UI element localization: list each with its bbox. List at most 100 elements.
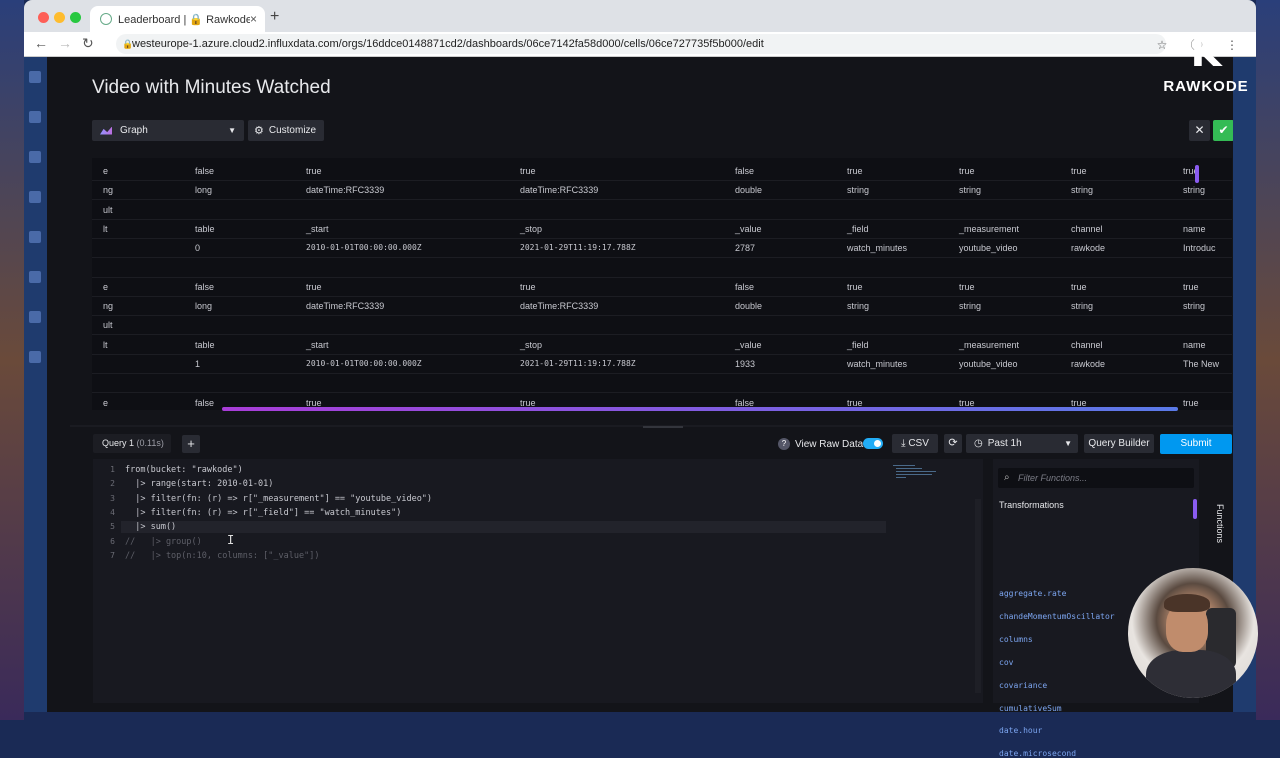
customize-button[interactable]: ⚙ Customize [248,120,324,141]
transformations-heading: Transformations [999,500,1064,510]
browser-tab-bar: Leaderboard | 🔒 Rawkode Te × + [24,0,1256,32]
table-cell: double [735,301,763,312]
view-type-dropdown[interactable]: Graph ▼ [92,120,244,141]
function-item[interactable]: date.microsecond [999,749,1076,758]
time-range-dropdown[interactable]: ◷ Past 1h ▼ [966,434,1078,453]
add-query-button[interactable]: + [182,435,200,453]
filter-functions-placeholder: Filter Functions... [1018,473,1088,483]
function-item[interactable]: covariance [999,681,1047,690]
line-number: 5 [110,522,115,532]
table-cell: true [306,166,322,176]
table-cell: _field [847,339,869,350]
view-raw-data-text: View Raw Data [795,438,864,450]
rawkode-logo-mark: K [1190,30,1222,76]
chevron-down-icon: ▼ [1064,439,1072,448]
submit-button[interactable]: Submit [1160,434,1232,454]
table-cell: youtube_video [959,243,1018,254]
table-cell: ng [103,185,114,196]
query-builder-button[interactable]: Query Builder [1084,434,1154,453]
function-item[interactable]: columns [999,635,1033,644]
code-line[interactable]: |> range(start: 2010-01-01) [125,479,273,489]
code-line[interactable]: // |> top(n:10, columns: ["_value"]) [125,551,319,561]
table-cell: double [735,185,763,196]
editor-minimap[interactable] [893,463,975,491]
code-line[interactable]: // |> group() [125,537,202,547]
nav-explore-icon[interactable] [29,151,41,163]
left-navigation [24,57,47,712]
rawkode-logo: K RAWKODE [1158,28,1254,102]
help-icon[interactable]: ? [778,438,790,450]
functions-scrollbar[interactable] [1193,499,1197,519]
nav-data-icon[interactable] [29,111,41,123]
table-cell: lt [103,339,108,350]
back-arrow-icon[interactable]: ← [34,35,48,51]
editor-scrollbar[interactable] [975,499,981,693]
function-item[interactable]: cov [999,658,1013,667]
text-cursor-icon: I [227,533,235,547]
close-window-dot[interactable] [38,12,49,23]
filter-functions-input[interactable]: ⌕ Filter Functions... [998,468,1194,488]
browser-tab-leaderboard[interactable]: Leaderboard | 🔒 Rawkode Te × [90,6,265,32]
cell-title[interactable]: Video with Minutes Watched [92,77,331,99]
table-cell: 1933 [735,359,756,369]
table-row-divider [92,392,1232,394]
csv-download-button[interactable]: ⤓ CSV [892,434,938,453]
nav-logo-icon[interactable] [29,71,41,83]
nav-books-icon[interactable] [29,191,41,203]
function-item[interactable]: cumulativeSum [999,704,1062,713]
table-cell: _measurement [959,223,1020,234]
table-cell: dateTime:RFC3339 [306,301,385,312]
table-cell: true [1071,281,1087,292]
table-cell: name [1183,339,1206,350]
tab-close-icon[interactable]: × [250,12,257,26]
table-cell: _measurement [959,339,1020,350]
function-item[interactable]: chandeMomentumOscillator [999,612,1115,621]
table-cell: e [103,397,109,408]
address-bar[interactable]: 🔒 westeurope-1.azure.cloud2.influxdata.c… [116,34,1166,54]
table-cell: table [195,223,215,234]
table-cell: _stop [520,339,543,350]
table-cell: dateTime:RFC3339 [520,301,599,312]
table-cell: true [1183,397,1199,408]
table-row-divider [92,257,1232,259]
raw-data-table[interactable]: e false true true false true true true true ng lon… [92,158,1232,410]
code-line[interactable]: from(bucket: "rawkode") [125,465,243,475]
cancel-button[interactable]: ✕ [1189,120,1210,141]
nav-alerts-icon[interactable] [29,311,41,323]
table-cell: string [1183,185,1206,196]
view-raw-data-toggle[interactable] [863,438,883,449]
resize-handle[interactable] [643,426,683,428]
table-cell: rawkode [1071,243,1106,254]
code-line[interactable]: |> sum() [125,522,176,532]
table-cell: 2010-01-01T00:00:00.000Z [306,359,422,368]
table-vertical-scrollbar[interactable] [1195,165,1199,183]
chevron-down-icon: ▼ [228,126,236,135]
refresh-button[interactable]: ⟳ [944,434,962,453]
save-button[interactable]: ✔ [1213,120,1234,141]
table-cell: _start [306,223,329,234]
reload-icon[interactable]: ↻ [82,35,94,52]
function-item[interactable]: date.hour [999,726,1042,735]
table-cell: ult [103,204,113,215]
nav-settings-icon[interactable] [29,351,41,363]
nav-boards-icon[interactable] [29,231,41,243]
table-row-divider [92,237,1232,239]
query-tab[interactable]: Query 1 (0.11s) [93,434,171,453]
table-cell: _value [735,339,762,350]
webcam-overlay [1128,568,1258,698]
table-row-divider [92,199,1232,201]
minimize-window-dot[interactable] [54,12,65,23]
new-tab-button[interactable]: + [270,8,279,26]
desktop-background-right [1256,0,1280,720]
zoom-window-dot[interactable] [70,12,81,23]
function-item[interactable]: aggregate.rate [999,589,1066,598]
code-line[interactable]: |> filter(fn: (r) => r["_measurement"] =… [125,494,432,504]
forward-arrow-icon[interactable]: → [58,35,72,51]
table-cell: false [735,166,755,176]
presenter-body [1146,650,1236,698]
table-horizontal-scrollbar[interactable] [222,407,1178,411]
flux-script-editor[interactable]: 1 from(bucket: "rawkode") 2 |> range(start… [93,459,983,703]
table-cell: channel [1071,339,1103,350]
code-line[interactable]: |> filter(fn: (r) => r["_field"] == "wat… [125,508,401,518]
nav-tasks-icon[interactable] [29,271,41,283]
